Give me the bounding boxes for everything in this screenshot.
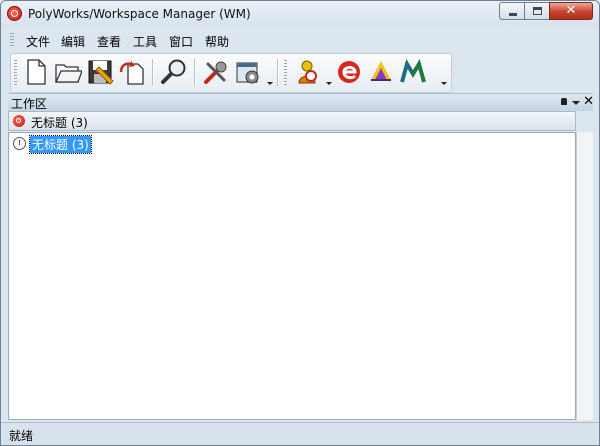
toolbar-grip[interactable] (284, 60, 287, 86)
polyworks-logo-icon (7, 6, 22, 21)
find-icon (161, 59, 186, 84)
save-icon (88, 60, 114, 85)
menu-file[interactable]: 文件 (26, 33, 50, 50)
project-clock-icon (13, 137, 26, 150)
new-file-button[interactable] (22, 58, 50, 86)
panel-menu-icon[interactable] (572, 101, 580, 105)
maximize-button[interactable] (524, 2, 550, 20)
toolbar-separator (194, 59, 196, 86)
workspace-tab[interactable]: 无标题 (3) (8, 111, 576, 131)
menu-bar: 文件 编辑 查看 工具 窗口 帮助 (10, 30, 592, 50)
modeler-module-icon (400, 58, 426, 83)
vertical-scrollbar[interactable] (576, 132, 593, 420)
menubar-grip[interactable] (10, 33, 14, 47)
modeler-module-button[interactable] (399, 58, 427, 86)
menu-help[interactable]: 帮助 (205, 33, 229, 50)
menu-edit[interactable]: 编辑 (61, 33, 85, 50)
toolbar-grip[interactable] (14, 60, 17, 86)
workspace-tab-label: 无标题 (3) (31, 116, 88, 130)
save-button[interactable] (86, 58, 114, 86)
main-window: PolyWorks/Workspace Manager (WM) ✕ 文件 编辑… (0, 0, 600, 446)
edit-module-icon (338, 61, 360, 83)
toolbar-separator (152, 59, 154, 86)
panel-title: 工作区 (11, 97, 48, 111)
main-toolbar (10, 53, 452, 93)
feature-module-icon (371, 61, 391, 81)
title-bar[interactable]: PolyWorks/Workspace Manager (WM) ✕ (1, 1, 599, 27)
inspector-button[interactable] (293, 58, 321, 86)
status-text: 就绪 (9, 429, 34, 443)
inspector-dropdown-icon[interactable] (326, 82, 332, 85)
find-button[interactable] (160, 58, 188, 86)
import-button[interactable] (118, 58, 146, 86)
workspace-icon (13, 115, 25, 127)
menu-tools[interactable]: 工具 (133, 33, 157, 50)
new-file-icon (27, 59, 46, 85)
close-icon: ✕ (565, 3, 577, 18)
panel-close-icon[interactable]: ✕ (583, 94, 594, 109)
menu-view[interactable]: 查看 (97, 33, 121, 50)
tree-item-untitled[interactable]: 无标题 (3) (29, 135, 92, 154)
close-button[interactable]: ✕ (549, 2, 593, 20)
settings-dropdown-icon[interactable] (267, 82, 273, 85)
window-title: PolyWorks/Workspace Manager (WM) (28, 7, 251, 21)
minimize-button[interactable] (499, 2, 525, 20)
tools-icon (204, 61, 227, 84)
feature-module-button[interactable] (367, 58, 395, 86)
import-icon (119, 61, 144, 85)
window-controls: ✕ (499, 2, 593, 20)
modeler-dropdown-icon[interactable] (441, 82, 447, 85)
settings-button[interactable] (234, 58, 262, 86)
settings-icon (236, 62, 259, 84)
minimize-icon (509, 13, 517, 16)
open-button[interactable] (54, 58, 83, 86)
inspector-icon (298, 60, 317, 84)
menu-window[interactable]: 窗口 (169, 33, 193, 50)
pin-icon[interactable] (561, 98, 567, 105)
workspace-panel-header: 工作区 ✕ (8, 93, 594, 111)
workspace-tree: 无标题 (3) (8, 132, 576, 420)
status-bar: 就绪 (1, 422, 599, 445)
edit-module-button[interactable] (335, 58, 363, 86)
toolbar-separator (277, 59, 279, 86)
maximize-icon (533, 7, 542, 15)
tools-button[interactable] (202, 58, 230, 86)
open-folder-icon (54, 64, 83, 83)
